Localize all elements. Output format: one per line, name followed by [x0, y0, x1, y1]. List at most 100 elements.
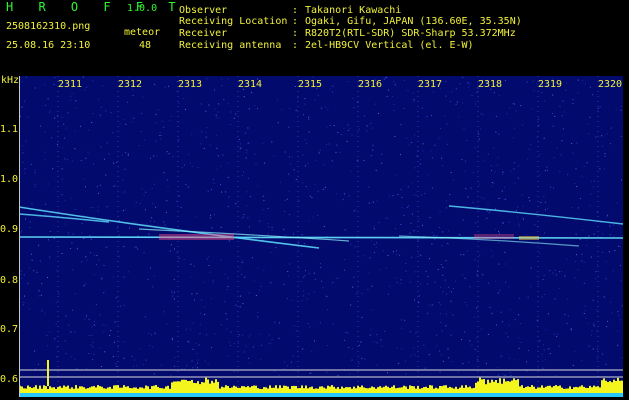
noise-pixel	[518, 314, 520, 316]
noise-pixel	[463, 127, 465, 129]
level-bar	[399, 387, 401, 393]
noise-pixel	[25, 76, 27, 78]
noise-pixel	[555, 274, 557, 276]
level-bar	[95, 387, 97, 393]
noise-pixel	[427, 276, 429, 277]
noise-pixel	[301, 182, 303, 184]
noise-pixel	[301, 234, 303, 235]
noise-pixel	[424, 367, 426, 369]
noise-pixel	[58, 293, 60, 295]
noise-pixel	[526, 234, 528, 236]
level-bar	[71, 387, 73, 393]
noise-pixel	[505, 198, 506, 200]
noise-pixel	[128, 271, 130, 273]
noise-pixel	[442, 291, 444, 293]
noise-pixel	[553, 333, 555, 335]
noise-pixel	[528, 197, 530, 199]
noise-pixel	[65, 315, 67, 317]
noise-pixel	[38, 295, 40, 297]
noise-pixel	[239, 139, 240, 140]
noise-pixel	[581, 175, 583, 177]
level-bar	[341, 386, 343, 393]
level-bar	[101, 386, 103, 393]
level-bar	[259, 388, 261, 393]
noise-pixel	[97, 210, 99, 212]
noise-pixel	[594, 278, 596, 279]
noise-pixel	[506, 113, 508, 115]
noise-pixel	[572, 152, 574, 154]
noise-pixel	[434, 144, 436, 146]
noise-pixel	[466, 139, 468, 141]
level-bar	[595, 386, 597, 393]
noise-pixel	[584, 83, 586, 85]
meteor-burst-2	[474, 234, 514, 239]
noise-pixel	[86, 368, 87, 370]
noise-pixel	[605, 278, 607, 280]
noise-pixel	[38, 244, 40, 246]
noise-pixel	[452, 179, 454, 181]
noise-pixel	[308, 118, 310, 120]
level-bar	[187, 381, 189, 393]
noise-pixel	[333, 125, 335, 127]
noise-pixel	[504, 374, 506, 376]
noise-pixel	[442, 231, 444, 233]
noise-pixel	[592, 299, 594, 301]
noise-pixel	[372, 144, 374, 146]
noise-pixel	[92, 113, 94, 115]
x-tick-label: 2315	[298, 79, 323, 90]
noise-pixel	[114, 185, 116, 187]
noise-pixel	[326, 296, 328, 298]
level-bar	[543, 387, 545, 393]
noise-pixel	[301, 300, 303, 302]
noise-pixel	[304, 139, 306, 141]
noise-pixel	[436, 344, 438, 346]
level-bar	[303, 388, 305, 393]
level-bar	[177, 381, 179, 393]
noise-pixel	[53, 83, 55, 85]
signal-level-bars	[19, 377, 623, 393]
level-bar	[21, 386, 23, 393]
noise-pixel	[483, 198, 485, 200]
level-bar	[241, 386, 243, 393]
noise-pixel	[122, 179, 124, 181]
noise-pixel	[543, 274, 545, 276]
noise-pixel	[545, 359, 546, 361]
noise-pixel	[166, 323, 168, 325]
noise-pixel	[593, 323, 595, 325]
noise-pixel	[85, 256, 87, 258]
noise-pixel	[502, 171, 504, 172]
noise-pixel	[607, 320, 609, 322]
noise-pixel	[417, 149, 419, 151]
noise-pixel	[583, 261, 585, 263]
noise-pixel	[364, 358, 366, 360]
level-bar	[293, 385, 295, 393]
noise-pixel	[164, 86, 166, 88]
noise-pixel	[211, 227, 213, 229]
noise-pixel	[88, 335, 90, 336]
noise-pixel	[114, 321, 116, 323]
level-bar	[427, 388, 429, 393]
noise-pixel	[582, 229, 583, 231]
noise-pixel	[549, 270, 551, 272]
noise-pixel	[467, 196, 469, 198]
noise-pixel	[220, 184, 221, 186]
noise-pixel	[21, 145, 23, 147]
noise-pixel	[342, 199, 344, 201]
noise-pixel	[90, 344, 92, 346]
noise-pixel	[393, 104, 395, 106]
noise-pixel	[413, 347, 415, 349]
noise-pixel	[372, 149, 374, 151]
noise-pixel	[166, 151, 168, 153]
noise-pixel	[61, 253, 63, 254]
level-bar	[529, 387, 531, 393]
noise-pixel	[605, 363, 607, 365]
level-bar	[471, 388, 473, 393]
noise-pixel	[541, 92, 543, 94]
level-bar	[583, 386, 585, 393]
noise-pixel	[608, 251, 610, 253]
noise-pixel	[520, 105, 522, 107]
noise-pixel	[563, 111, 565, 113]
level-bar	[193, 382, 195, 393]
level-bar	[495, 380, 497, 393]
noise-pixel	[200, 312, 202, 314]
